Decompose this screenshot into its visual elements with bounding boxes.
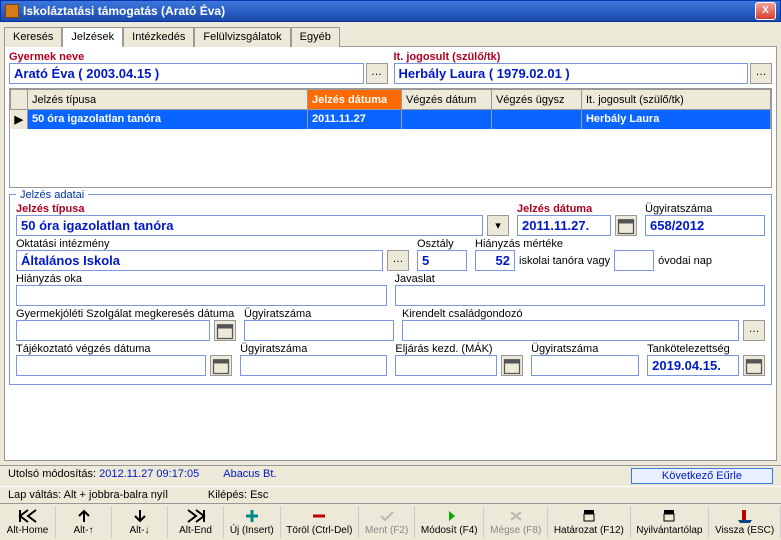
window-title: Iskoláztatási támogatás (Arató Éva) xyxy=(23,4,755,18)
mak-label: Eljárás kezd. (MÁK) xyxy=(395,343,523,355)
next-form-button[interactable]: Következő Eűrle xyxy=(631,468,773,484)
tab-strip: Keresés Jelzések Intézkedés Felülvizsgál… xyxy=(0,22,781,46)
lastmod-label: Utolsó módosítás: xyxy=(8,468,96,480)
type-input[interactable]: 50 óra igazolatlan tanóra xyxy=(16,215,483,236)
gysz-date-input[interactable] xyxy=(16,320,210,341)
taj-caseno-label: Ügyiratszáma xyxy=(240,343,387,355)
school-input[interactable]: Általános Iskola xyxy=(16,250,383,271)
tankot-input[interactable]: 2019.04.15. xyxy=(647,355,739,376)
tab-intezkedes[interactable]: Intézkedés xyxy=(123,27,194,47)
date-label: Jelzés dátuma xyxy=(517,203,637,215)
mak-calendar-button[interactable] xyxy=(501,355,523,376)
bottom-toolbar: Alt-Home Alt-↑ Alt-↓ Alt-End Új (Insert)… xyxy=(0,503,781,540)
cell-type: 50 óra igazolatlan tanóra xyxy=(27,110,307,129)
date-input[interactable]: 2011.11.27. xyxy=(517,215,611,236)
mak-caseno-input[interactable] xyxy=(531,355,639,376)
save-button[interactable]: Ment (F2) xyxy=(359,506,415,538)
tab-kereses[interactable]: Keresés xyxy=(4,27,62,47)
gysz-label: Gyermekjóléti Szolgálat megkeresés dátum… xyxy=(16,308,236,320)
status-bar: Utolsó módosítás: 2012.11.27 09:17:05 Ab… xyxy=(0,465,781,486)
mak-caseno-label: Ügyiratszáma xyxy=(531,343,639,355)
title-bar: Iskoláztatási támogatás (Arató Éva) X xyxy=(0,0,781,22)
gysz-calendar-button[interactable] xyxy=(214,320,236,341)
cell-vdate xyxy=(401,110,491,129)
date-calendar-button[interactable] xyxy=(615,215,637,236)
cancel-button[interactable]: Mégse (F8) xyxy=(484,506,548,538)
absence-days-input[interactable] xyxy=(614,250,654,271)
edit-button[interactable]: Módosít (F4) xyxy=(415,506,484,538)
kirendelt-input[interactable] xyxy=(402,320,739,341)
delete-button[interactable]: Töröl (Ctrl-Del) xyxy=(281,506,360,538)
absence-amount-label: Hiányzás mértéke xyxy=(475,238,765,250)
child-name-label: Gyermek neve xyxy=(9,51,388,63)
gysz-caseno-input[interactable] xyxy=(244,320,394,341)
school-label: Oktatási intézmény xyxy=(16,238,409,250)
cell-vugsz xyxy=(491,110,581,129)
taj-calendar-button[interactable] xyxy=(210,355,232,376)
registry-button[interactable]: Nyilvántartólap xyxy=(631,506,710,538)
child-name-picker[interactable]: … xyxy=(366,63,388,84)
details-legend: Jelzés adatai xyxy=(16,189,88,201)
company-label: Abacus Bt. xyxy=(223,468,276,484)
table-row[interactable]: ▶ 50 óra igazolatlan tanóra 2011.11.27 H… xyxy=(11,110,771,129)
close-button[interactable]: X xyxy=(755,2,776,20)
kirendelt-picker[interactable]: … xyxy=(743,320,765,341)
gysz-caseno-label: Ügyiratszáma xyxy=(244,308,394,320)
proposal-label: Javaslat xyxy=(395,273,766,285)
hint-lapvaltas: Lap váltás: Alt + jobbra-balra nyíl xyxy=(8,489,168,501)
taj-caseno-input[interactable] xyxy=(240,355,387,376)
back-button[interactable]: Vissza (ESC) xyxy=(709,506,781,538)
absence-lessons-input[interactable]: 52 xyxy=(475,250,515,271)
col-guardian[interactable]: It. jogosult (szülő/tk) xyxy=(581,90,770,110)
nav-first-button[interactable]: Alt-Home xyxy=(0,506,56,538)
taj-label: Tájékoztató végzés dátuma xyxy=(16,343,232,355)
guardian-picker[interactable]: … xyxy=(750,63,772,84)
type-label: Jelzés típusa xyxy=(16,203,509,215)
col-date[interactable]: Jelzés dátuma xyxy=(307,90,401,110)
cell-guardian: Herbály Laura xyxy=(581,110,770,129)
mak-date-input[interactable] xyxy=(395,355,497,376)
absence-lessons-suffix: iskolai tanóra vagy xyxy=(519,255,610,267)
nav-up-button[interactable]: Alt-↑ xyxy=(56,506,112,538)
class-input[interactable]: 5 xyxy=(417,250,467,271)
cell-date: 2011.11.27 xyxy=(307,110,401,129)
school-picker[interactable]: … xyxy=(387,250,409,271)
col-vdate[interactable]: Végzés dátum xyxy=(401,90,491,110)
guardian-value: Herbály Laura ( 1979.02.01 ) xyxy=(394,63,749,84)
proposal-input[interactable] xyxy=(395,285,766,306)
kirendelt-label: Kirendelt családgondozó xyxy=(402,308,765,320)
lastmod-value: 2012.11.27 09:17:05 xyxy=(99,468,199,480)
tankot-label: Tankötelezettség xyxy=(647,343,765,355)
row-pointer-icon: ▶ xyxy=(11,110,28,129)
resolution-button[interactable]: Határozat (F12) xyxy=(548,506,630,538)
nav-last-button[interactable]: Alt-End xyxy=(168,506,224,538)
hint-bar: Lap váltás: Alt + jobbra-balra nyíl Kilé… xyxy=(0,486,781,503)
app-icon xyxy=(5,4,19,18)
hint-kilepes: Kilépés: Esc xyxy=(208,489,269,501)
tab-jelzesek[interactable]: Jelzések xyxy=(62,27,123,47)
col-type[interactable]: Jelzés típusa xyxy=(27,90,307,110)
row-indicator-header xyxy=(11,90,28,110)
taj-date-input[interactable] xyxy=(16,355,206,376)
col-vugsz[interactable]: Végzés ügysz xyxy=(491,90,581,110)
nav-down-button[interactable]: Alt-↓ xyxy=(112,506,168,538)
absence-days-suffix: óvodai nap xyxy=(658,255,712,267)
tab-egyeb[interactable]: Egyéb xyxy=(291,27,340,47)
child-name-value: Arató Éva ( 2003.04.15 ) xyxy=(9,63,364,84)
new-button[interactable]: Új (Insert) xyxy=(224,506,281,538)
type-dropdown-button[interactable]: ▾ xyxy=(487,215,509,236)
guardian-label: It. jogosult (szülő/tk) xyxy=(394,51,773,63)
absence-reason-input[interactable] xyxy=(16,285,387,306)
tab-felulvizsgalatok[interactable]: Felülvizsgálatok xyxy=(194,27,290,47)
caseno-input[interactable]: 658/2012 xyxy=(645,215,765,236)
signals-table[interactable]: Jelzés típusa Jelzés dátuma Végzés dátum… xyxy=(9,88,772,188)
caseno-label: Ügyiratszáma xyxy=(645,203,765,215)
tab-panel: Gyermek neve Arató Éva ( 2003.04.15 ) … … xyxy=(4,46,777,461)
signal-details: Jelzés adatai Jelzés típusa 50 óra igazo… xyxy=(9,194,772,385)
absence-reason-label: Hiányzás oka xyxy=(16,273,387,285)
tankot-calendar-button[interactable] xyxy=(743,355,765,376)
class-label: Osztály xyxy=(417,238,467,250)
